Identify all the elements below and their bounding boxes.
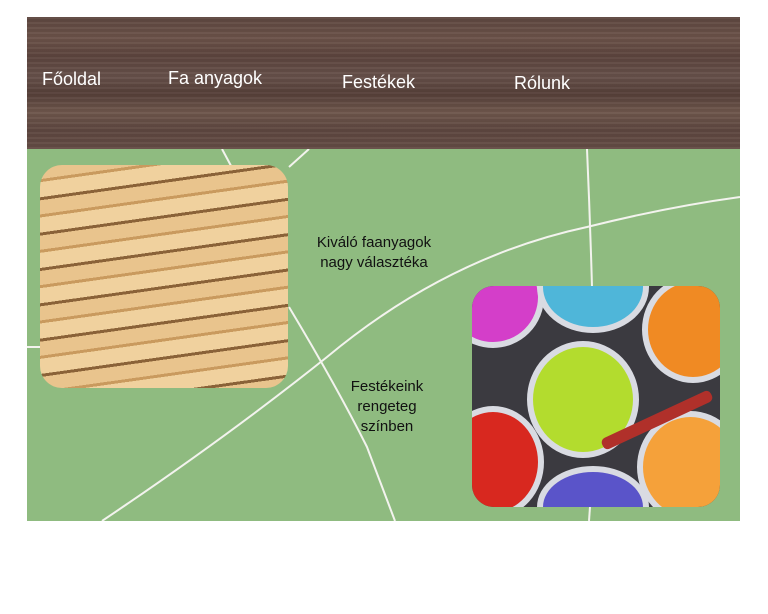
page: Főoldal Fa anyagok Festékek Rólunk Kivál…: [27, 17, 740, 521]
paint-cans-image: [472, 286, 720, 507]
nav-wood[interactable]: Fa anyagok: [168, 68, 262, 89]
nav-about[interactable]: Rólunk: [514, 73, 570, 94]
header-nav: Főoldal Fa anyagok Festékek Rólunk: [27, 17, 740, 149]
nav-home[interactable]: Főoldal: [42, 69, 101, 90]
lumber-image: [40, 165, 288, 388]
nav-paints[interactable]: Festékek: [342, 72, 415, 93]
paint-caption: Festékeink rengeteg színben: [327, 377, 447, 437]
paint-caption-line: Festékeink: [350, 378, 424, 395]
paint-caption-line: rengeteg: [357, 398, 417, 415]
wood-caption-line: Kiváló faanyagok: [316, 234, 432, 251]
paint-caption-line: színben: [360, 418, 414, 435]
wood-caption-line: nagy választéka: [320, 254, 428, 271]
wood-caption: Kiváló faanyagok nagy választéka: [289, 233, 459, 273]
